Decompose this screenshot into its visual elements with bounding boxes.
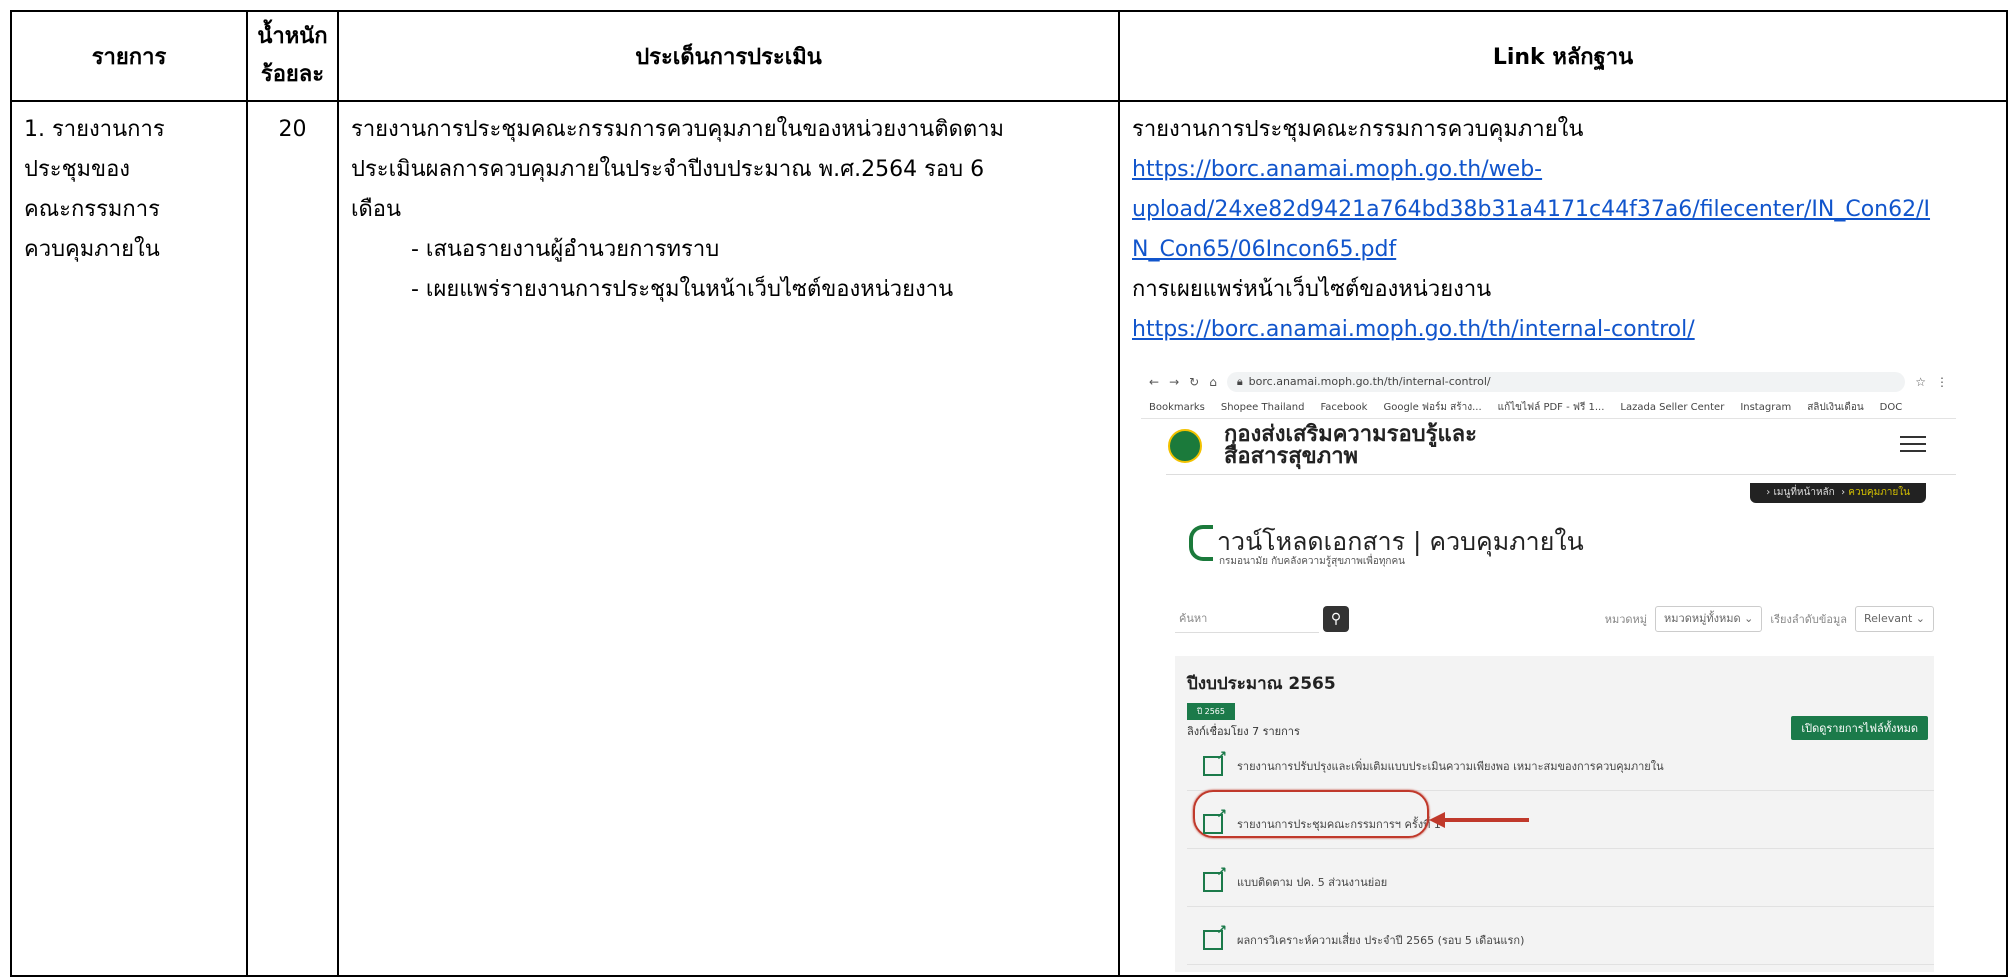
search-input: ค้นหา (1175, 606, 1319, 633)
bookmark-item: DOC (1879, 401, 1903, 413)
evidence-label-1: รายงานการประชุมคณะกรรมการควบคุมภายใน (1132, 117, 1584, 142)
item-line: ควบคุมภายใน (24, 237, 160, 262)
list-item: แบบติดตาม ปค. 5 ส่วนงานย่อย (1187, 858, 1934, 907)
menu-dots-icon: ⋮ (1936, 374, 1948, 389)
item-line: คณะกรรมการ (24, 197, 160, 222)
sort-select: Relevant ⌄ (1855, 606, 1934, 632)
site-header: กองส่งเสริมความรอบรู้และ สื่อสารสุขภาพ (1166, 418, 1956, 475)
home-icon: ⌂ (1209, 374, 1217, 389)
bookmark-item: Lazada Seller Center (1620, 401, 1725, 413)
external-link-icon (1203, 807, 1227, 834)
forward-icon: → (1169, 374, 1180, 389)
reload-icon: ↻ (1189, 374, 1200, 389)
bookmark-item: Facebook (1320, 401, 1368, 413)
title-glyph-icon (1189, 525, 1213, 561)
bookmark-item: Instagram (1740, 401, 1792, 413)
item-line: 1. รายงานการ (24, 117, 165, 142)
open-all-button: เปิดดูรายการไฟล์ทั้งหมด (1791, 716, 1928, 740)
external-link-icon (1203, 865, 1227, 892)
embedded-website-screenshot: ← → ↻ ⌂ 🔒︎ borc.anamai.moph.go.th/th/int… (1141, 367, 1956, 972)
category-label: หมวดหมู่ (1604, 613, 1648, 626)
header-weight: น้ำหนัก ร้อยละ (246, 10, 339, 102)
bookmark-item: Bookmarks (1149, 401, 1205, 413)
year-tag: ปี 2565 (1187, 703, 1235, 720)
issue-line: เดือน (351, 197, 402, 222)
list-item: รายงานการปรับปรุงและเพิ่มเติมแบบประเมินค… (1187, 742, 1934, 791)
filters: หมวดหมู่ หมวดหมู่ทั้งหมด ⌄ เรียงลำดับข้อ… (1605, 606, 1934, 632)
red-highlight-oval (1193, 790, 1429, 838)
file-panel: ปีงบประมาณ 2565 ปี 2565 ลิงก์เชื่อมโยง 7… (1175, 656, 1934, 972)
evidence-link-1-line[interactable]: upload/24xe82d9421a764bd38b31a4171c44f37… (1132, 197, 1930, 222)
address-url: borc.anamai.moph.go.th/th/internal-contr… (1248, 375, 1491, 388)
search-row: ค้นหา ⚲ หมวดหมู่ หมวดหมู่ทั้งหมด ⌄ เรียง… (1175, 604, 1934, 634)
hamburger-menu-icon (1900, 436, 1926, 452)
header-weight-line1: น้ำหนัก (257, 24, 328, 49)
site-title: กองส่งเสริมความรอบรู้และ สื่อสารสุขภาพ (1224, 424, 1477, 468)
evidence-link-1-line[interactable]: https://borc.anamai.moph.go.th/web- (1132, 157, 1542, 182)
sort-label: เรียงลำดับข้อมูล (1770, 613, 1847, 626)
bookmark-item: แก้ไขไฟล์ PDF - ฟรี 1... (1497, 401, 1605, 413)
star-icon: ☆ (1915, 374, 1926, 389)
external-link-icon (1203, 749, 1227, 776)
issue-bullet: - เผยแพร่รายงานการประชุมในหน้าเว็บไซต์ขอ… (411, 277, 954, 302)
back-icon: ← (1149, 374, 1160, 389)
header-item: รายการ (10, 10, 248, 102)
year-heading: ปีงบประมาณ 2565 (1187, 674, 1336, 694)
breadcrumb-home: เมนูที่หน้าหลัก (1773, 487, 1835, 498)
list-item-label: รายงานการปรับปรุงและเพิ่มเติมแบบประเมินค… (1237, 760, 1664, 773)
site-title-line: สื่อสารสุขภาพ (1224, 444, 1359, 469)
table-header-row: รายการ น้ำหนัก ร้อยละ ประเด็นการประเมิน … (10, 10, 2008, 102)
lock-icon: 🔒︎ (1236, 374, 1243, 388)
list-item-label: แบบติดตาม ปค. 5 ส่วนงานย่อย (1237, 876, 1388, 889)
document-page: รายการ น้ำหนัก ร้อยละ ประเด็นการประเมิน … (0, 0, 2015, 977)
evidence-label-2: การเผยแพร่หน้าเว็บไซต์ของหน่วยงาน (1132, 277, 1492, 302)
red-arrow-icon (1429, 812, 1529, 828)
external-link-icon (1203, 923, 1227, 950)
bookmark-item: Shopee Thailand (1220, 401, 1305, 413)
cell-weight: 20 (246, 100, 339, 977)
bookmark-item: Google ฟอร์ม สร้าง... (1383, 401, 1482, 413)
cell-item: 1. รายงานการ ประชุมของ คณะกรรมการ ควบคุม… (10, 100, 248, 977)
link-count: ลิงก์เชื่อมโยง 7 รายการ (1187, 725, 1300, 738)
header-weight-line2: ร้อยละ (260, 62, 325, 87)
bookmarks-bar: Bookmarks Shopee Thailand Facebook Googl… (1141, 396, 1956, 419)
breadcrumb: › เมนูที่หน้าหลัก › ควบคุมภายใน (1750, 483, 1926, 503)
download-title-text: าวน์โหลดเอกสาร | ควบคุมภายใน (1217, 527, 1584, 556)
category-select: หมวดหมู่ทั้งหมด ⌄ (1655, 606, 1763, 632)
search-icon: ⚲ (1323, 606, 1349, 632)
department-logo-icon (1168, 429, 1202, 463)
evidence-link-2[interactable]: https://borc.anamai.moph.go.th/th/intern… (1132, 317, 1695, 342)
header-evidence: Link หลักฐาน (1118, 10, 2008, 102)
list-item-label: ผลการวิเคราะห์ความเสี่ยง ประจำปี 2565 (ร… (1237, 934, 1525, 947)
cell-issue: รายงานการประชุมคณะกรรมการควบคุมภายในของห… (337, 100, 1120, 977)
list-item: รายงานการประชุมคณะกรรมการฯ ครั้งที่ 1 (1187, 790, 1934, 849)
bookmark-item: สลิปเงินเดือน (1807, 401, 1864, 413)
header-issue: ประเด็นการประเมิน (337, 10, 1120, 102)
list-item: ผลการวิเคราะห์ความเสี่ยง ประจำปี 2565 (ร… (1187, 916, 1934, 965)
address-bar: 🔒︎ borc.anamai.moph.go.th/th/internal-co… (1226, 371, 1906, 392)
evidence-link-1-line[interactable]: N_Con65/06Incon65.pdf (1132, 237, 1396, 262)
browser-toolbar: ← → ↻ ⌂ 🔒︎ borc.anamai.moph.go.th/th/int… (1141, 367, 1956, 396)
item-line: ประชุมของ (24, 157, 131, 182)
issue-line: รายงานการประชุมคณะกรรมการควบคุมภายในของห… (351, 117, 1005, 142)
site-title-line: กองส่งเสริมความรอบรู้และ (1224, 422, 1477, 447)
issue-bullet: - เสนอรายงานผู้อำนวยการทราบ (411, 237, 720, 262)
weight-value: 20 (278, 117, 307, 142)
download-subtitle: กรมอนามัย กับคลังความรู้สุขภาพเพื่อทุกคน (1219, 556, 1406, 567)
breadcrumb-current: ควบคุมภายใน (1848, 487, 1910, 498)
issue-line: ประเมินผลการควบคุมภายในประจำปีงบประมาณ พ… (351, 157, 985, 182)
